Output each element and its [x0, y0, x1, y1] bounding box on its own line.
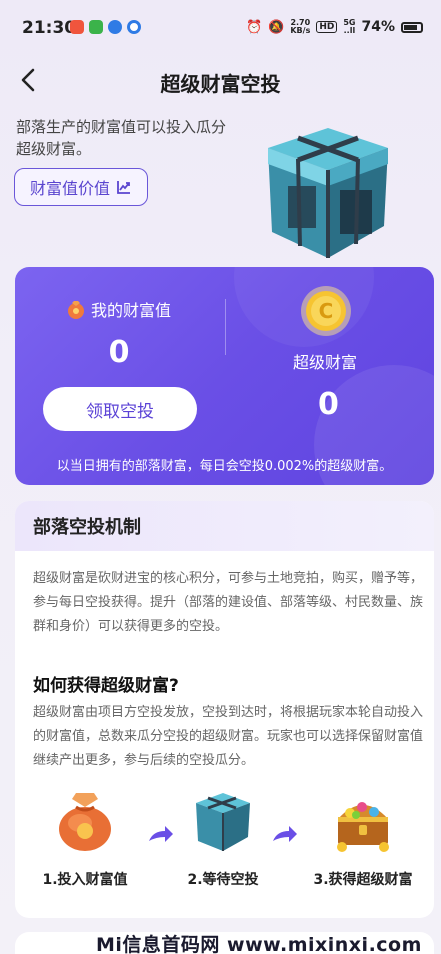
trend-chart-icon: [117, 181, 130, 194]
app-icon-blue-ring: [127, 20, 141, 34]
svg-text:C: C: [319, 299, 334, 323]
treasure-chest-icon: [337, 802, 389, 852]
mechanism-card: 部落空投机制 超级财富是砍财进宝的核心积分，可参与土地竞拍，购买，赠予等，参与每…: [15, 501, 434, 918]
status-app-icons: [70, 20, 141, 34]
nav-bar: 超级财富空投: [0, 56, 441, 104]
how-to-get-description: 超级财富由项目方空投发放，空投到达时，将根据玩家本轮自动投入的财富值，总数来瓜分…: [33, 705, 424, 768]
alarm-icon: ⏰: [245, 19, 263, 35]
airdrop-crate-icon: [268, 128, 388, 258]
claim-airdrop-button[interactable]: 领取空投: [43, 387, 197, 431]
how-to-get-title: 如何获得超级财富?: [33, 676, 179, 696]
signal-indicator: 5G ..ll: [343, 19, 355, 35]
super-wealth-coin-icon: C: [301, 286, 351, 336]
mechanism-description: 超级财富是砍财进宝的核心积分，可参与土地竞拍，购买，赠予等，参与每日空投获得。提…: [33, 571, 424, 634]
app-icon-blue-circle: [108, 20, 122, 34]
battery-icon: [401, 21, 423, 33]
step-1: 1.投入财富值: [25, 785, 145, 889]
hd-badge: HD: [316, 21, 338, 33]
arrow-right-icon: [273, 826, 297, 842]
money-bag-icon: [59, 793, 111, 851]
status-right: ⏰ 🔕 2.70 KB/s HD 5G ..ll 74%: [246, 19, 423, 35]
step-2: 2.等待空投: [163, 785, 283, 889]
mute-icon: 🔕: [268, 19, 285, 35]
battery-percent: 74%: [361, 19, 395, 35]
signal-bars-icon: ..ll: [343, 26, 356, 35]
status-time: 21:30: [22, 18, 77, 38]
intro-text: 部落生产的财富值可以投入瓜分超级财富。: [16, 118, 227, 158]
airdrop-crate-icon: [196, 793, 250, 851]
wealth-value-button[interactable]: 财富值价值: [14, 168, 148, 206]
step-2-label: 2.等待空投: [187, 872, 259, 888]
money-bag-icon: [68, 301, 84, 319]
watermark-text: Mi信息首码网 www.mixinxi.com: [96, 934, 422, 954]
speed-unit: KB/s: [290, 26, 311, 35]
wealth-value-label: 财富值价值: [29, 179, 110, 198]
card-divider: [225, 299, 226, 355]
step-3: 3.获得超级财富: [303, 785, 423, 889]
airdrop-note: 以当日拥有的部落财富，每日会空投0.002%的超级财富。: [56, 459, 393, 474]
step-3-label: 3.获得超级财富: [313, 872, 413, 888]
my-wealth-label: 我的财富值: [65, 297, 171, 321]
super-wealth-value: 0: [318, 387, 339, 422]
mechanism-header: 部落空投机制: [15, 501, 434, 551]
network-speed: 2.70 KB/s: [290, 19, 310, 35]
my-wealth-text: 我的财富值: [91, 301, 172, 320]
status-bar: 21:30 ⏰ 🔕 2.70 KB/s HD 5G ..ll 74%: [0, 0, 441, 56]
app-icon-green: [89, 20, 103, 34]
wealth-card: 我的财富值 0 领取空投 C 超级财富 0 以当日拥有的部落财富，每日会空投0.…: [15, 267, 434, 485]
super-wealth-label: 超级财富: [293, 353, 358, 372]
step-1-label: 1.投入财富值: [42, 872, 128, 888]
page-title: 超级财富空投: [160, 72, 281, 96]
app-icon-red: [70, 20, 84, 34]
